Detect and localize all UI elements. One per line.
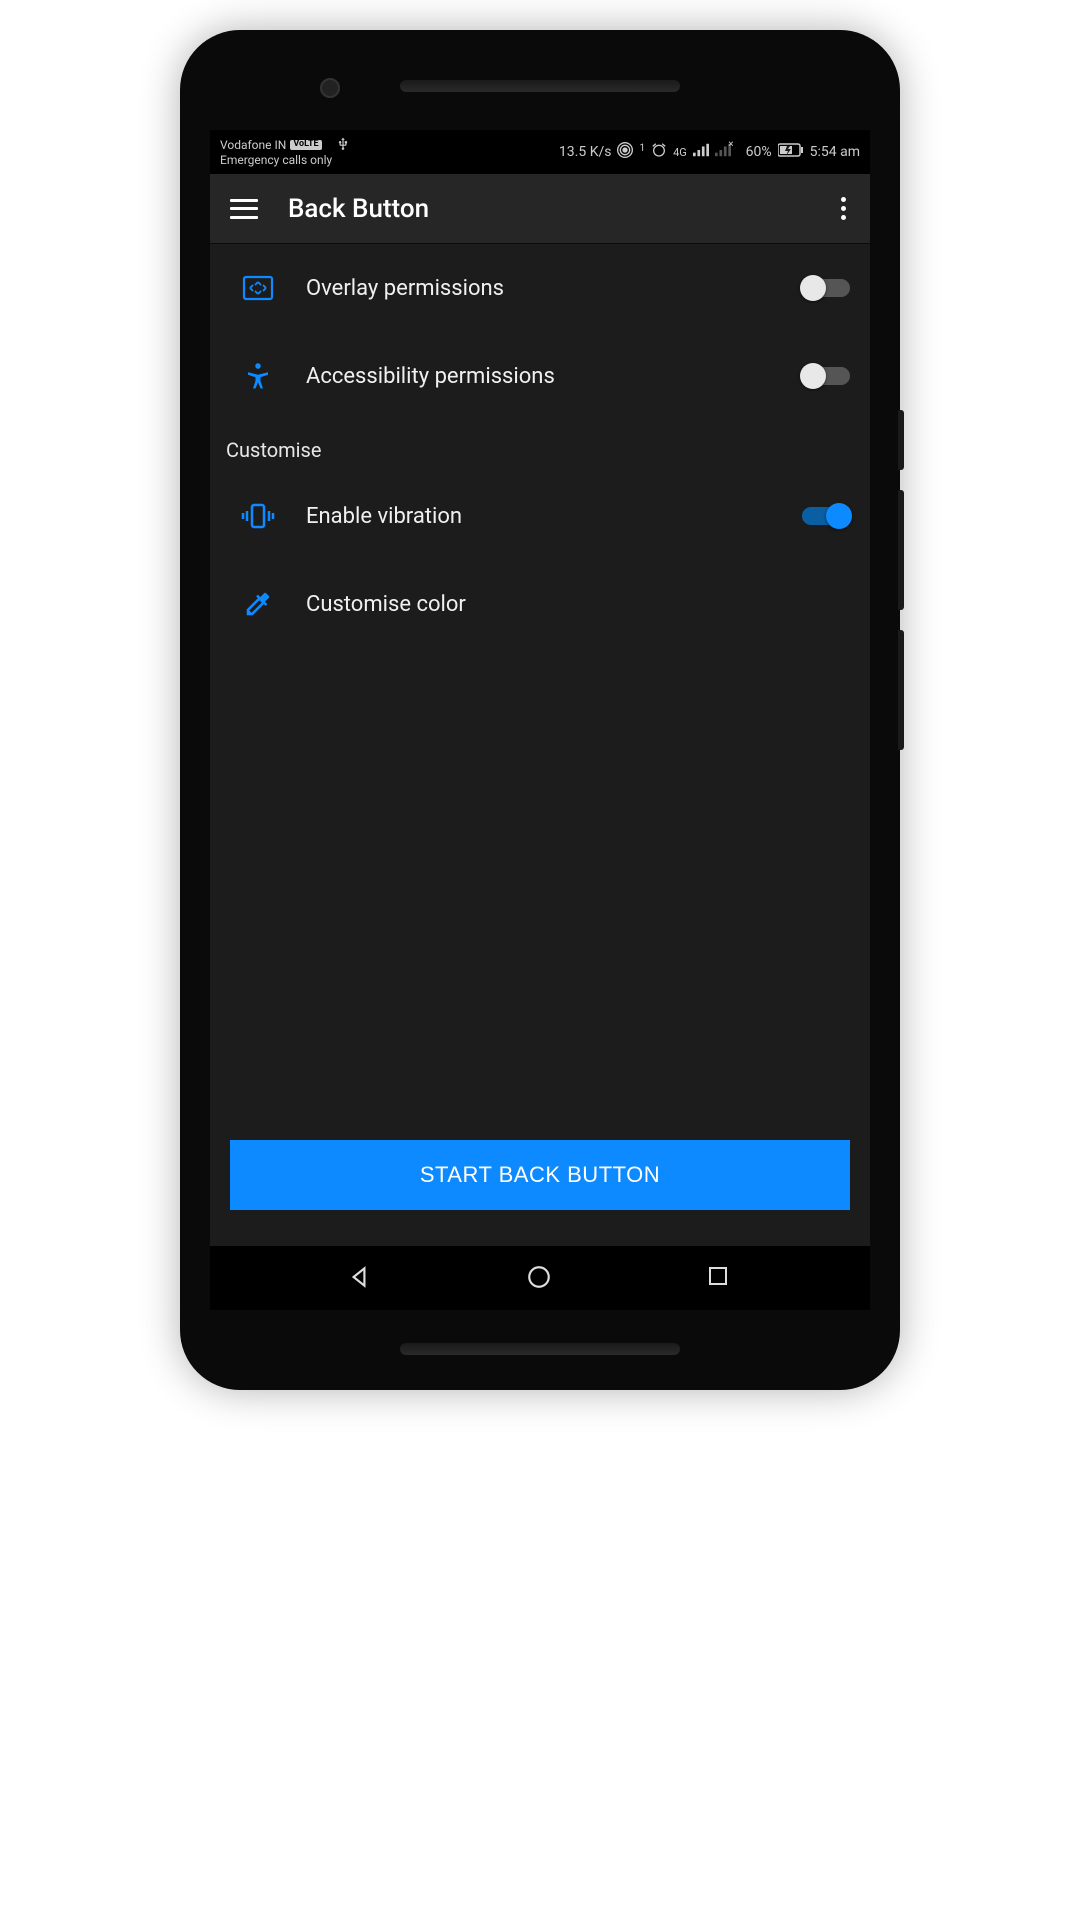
- app-bar: Back Button: [210, 174, 870, 244]
- status-bar: Vodafone IN VoLTE Emergency calls only 1…: [210, 130, 870, 174]
- start-back-button[interactable]: START BACK BUTTON: [230, 1140, 850, 1210]
- network-speed: 13.5 K/s: [559, 144, 612, 160]
- battery-icon: [778, 143, 804, 161]
- network-gen-label: 4G: [673, 146, 687, 159]
- phone-frame: Vodafone IN VoLTE Emergency calls only 1…: [180, 30, 900, 1390]
- battery-percent: 60%: [746, 144, 772, 160]
- signal-icon: [693, 143, 709, 161]
- phone-camera: [320, 78, 340, 98]
- phone-volume-down: [898, 630, 904, 750]
- notification-count: 1: [639, 143, 645, 154]
- volte-badge: VoLTE: [290, 140, 321, 150]
- overlay-icon: [240, 270, 276, 306]
- customise-color-label: Customise color: [306, 592, 850, 617]
- overflow-menu-icon[interactable]: [837, 193, 850, 224]
- alarm-icon: [651, 142, 667, 162]
- accessibility-icon: [240, 358, 276, 394]
- enable-vibration-toggle[interactable]: [802, 507, 850, 525]
- vibration-icon: [240, 498, 276, 534]
- status-bar-left: Vodafone IN VoLTE Emergency calls only: [220, 137, 350, 167]
- status-bar-right: 13.5 K/s 1 4G × 60%: [559, 142, 860, 162]
- phone-volume-up: [898, 490, 904, 610]
- emergency-label: Emergency calls only: [220, 154, 350, 167]
- row-overlay-permissions[interactable]: Overlay permissions: [210, 244, 870, 332]
- row-enable-vibration[interactable]: Enable vibration: [210, 472, 870, 560]
- accessibility-permissions-toggle[interactable]: [802, 367, 850, 385]
- phone-side-button: [898, 410, 904, 470]
- phone-speaker-bottom: [400, 1343, 680, 1355]
- row-customise-color[interactable]: Customise color: [210, 560, 870, 648]
- nav-recents-icon[interactable]: [706, 1264, 734, 1292]
- android-nav-bar: [210, 1246, 870, 1310]
- overlay-permissions-label: Overlay permissions: [306, 276, 772, 301]
- eyedropper-icon: [240, 586, 276, 622]
- enable-vibration-label: Enable vibration: [306, 504, 772, 529]
- overlay-permissions-toggle[interactable]: [802, 279, 850, 297]
- phone-speaker-top: [400, 80, 680, 92]
- content-area: Overlay permissions Accessibility permis…: [210, 244, 870, 1246]
- usb-icon: [336, 137, 350, 154]
- hotspot-icon: [617, 142, 633, 162]
- screen: Vodafone IN VoLTE Emergency calls only 1…: [210, 130, 870, 1310]
- carrier-label: Vodafone IN: [220, 139, 286, 152]
- hamburger-icon[interactable]: [230, 199, 258, 219]
- page-title: Back Button: [288, 194, 807, 224]
- nav-home-icon[interactable]: [526, 1264, 554, 1292]
- row-accessibility-permissions[interactable]: Accessibility permissions: [210, 332, 870, 420]
- signal-icon-2: ×: [715, 143, 740, 161]
- status-time: 5:54 am: [810, 144, 860, 160]
- accessibility-permissions-label: Accessibility permissions: [306, 364, 772, 389]
- customise-section-label: Customise: [210, 420, 870, 472]
- nav-back-icon[interactable]: [346, 1264, 374, 1292]
